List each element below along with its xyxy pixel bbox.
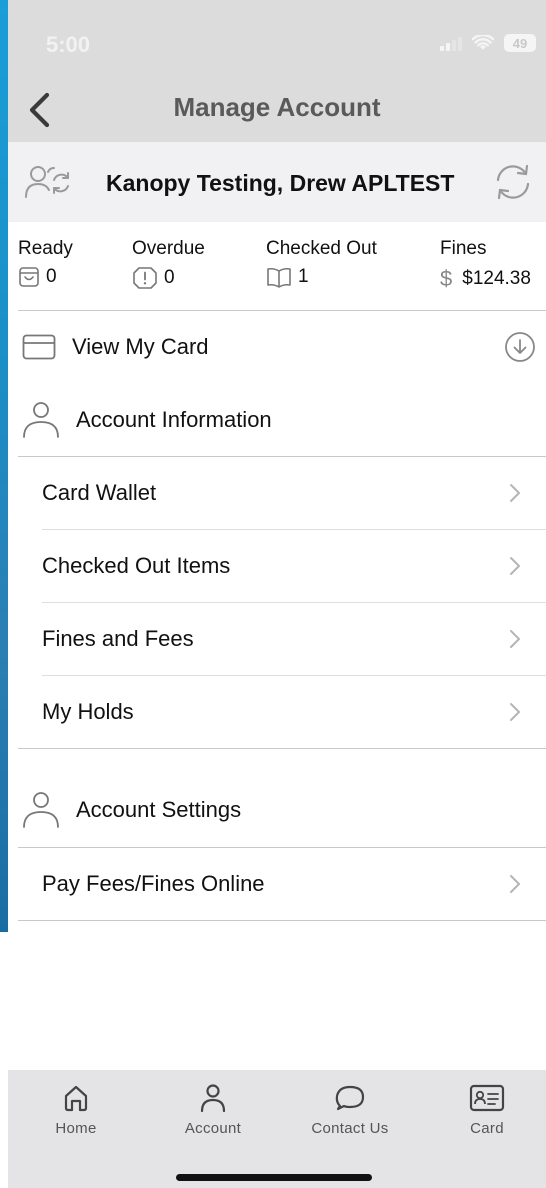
tab-label: Home xyxy=(55,1120,97,1137)
stat-fines[interactable]: Fines $ $124.38 xyxy=(440,238,531,292)
stat-label: Ready xyxy=(18,238,73,259)
stat-value: 0 xyxy=(164,267,175,288)
menu-item-card-wallet[interactable]: Card Wallet xyxy=(8,457,546,529)
credit-card-icon xyxy=(22,334,56,360)
account-summary: Ready 0 Overdue 0 Checked Out 1 Fines $ … xyxy=(8,222,546,310)
home-indicator xyxy=(176,1174,372,1181)
status-icons: 49 xyxy=(440,32,536,54)
download-circle-icon[interactable] xyxy=(504,331,536,363)
chat-bubble-icon xyxy=(335,1085,365,1111)
tab-contact-us[interactable]: Contact Us xyxy=(290,1084,410,1137)
menu-item-label: Fines and Fees xyxy=(42,626,194,651)
stat-value: $124.38 xyxy=(462,268,531,289)
account-settings-label: Account Settings xyxy=(76,797,242,822)
person-icon xyxy=(23,402,59,438)
wifi-icon xyxy=(472,35,494,50)
id-card-icon xyxy=(469,1084,505,1112)
patron-name: Kanopy Testing, Drew APLTEST xyxy=(106,170,455,196)
open-book-icon xyxy=(267,267,291,288)
tab-label: Account xyxy=(184,1120,242,1137)
shopping-bag-icon xyxy=(19,267,39,287)
status-time: 5:00 xyxy=(46,32,91,57)
page-title: Manage Account xyxy=(173,92,381,122)
tab-account[interactable]: Account xyxy=(153,1084,273,1137)
stat-value: 1 xyxy=(298,266,309,287)
stat-label: Fines xyxy=(440,238,487,259)
refresh-icon[interactable] xyxy=(492,162,534,202)
background-edge-lower xyxy=(0,932,8,1188)
chevron-right-icon xyxy=(510,557,520,575)
menu-item-label: My Holds xyxy=(42,699,134,724)
chevron-right-icon xyxy=(510,630,520,648)
tab-bar: Home Account Contact Us Card xyxy=(8,1070,546,1188)
account-information-header: Account Information xyxy=(8,384,546,456)
patron-bar: Kanopy Testing, Drew APLTEST xyxy=(8,142,546,222)
app-screen: 5:00 49 Manage Account Kanopy Testing, D… xyxy=(8,0,546,1188)
alert-octagon-icon xyxy=(133,267,157,289)
account-information-label: Account Information xyxy=(76,407,272,432)
chevron-right-icon xyxy=(510,703,520,721)
battery-icon: 49 xyxy=(504,34,536,52)
switch-users-icon[interactable] xyxy=(24,164,74,202)
account-settings-header: Account Settings xyxy=(8,774,546,846)
signal-icon xyxy=(440,35,462,51)
person-icon xyxy=(23,792,59,828)
stat-overdue[interactable]: Overdue 0 xyxy=(132,238,205,290)
stat-checked-out[interactable]: Checked Out 1 xyxy=(266,238,377,288)
view-my-card-row[interactable]: View My Card xyxy=(8,311,546,383)
stat-value: 0 xyxy=(46,266,57,287)
background-edge-strip xyxy=(0,0,8,932)
chevron-right-icon xyxy=(510,484,520,502)
home-icon xyxy=(64,1085,88,1112)
menu-item-label: Card Wallet xyxy=(42,480,157,505)
view-my-card-label: View My Card xyxy=(72,334,209,359)
menu-item-fines-and-fees[interactable]: Fines and Fees xyxy=(8,603,546,675)
tab-card[interactable]: Card xyxy=(427,1084,546,1137)
status-bar: 5:00 49 xyxy=(8,0,546,80)
tab-label: Contact Us xyxy=(311,1120,389,1137)
divider xyxy=(18,920,546,921)
account-icon xyxy=(200,1084,226,1112)
menu-item-label: Pay Fees/Fines Online xyxy=(42,871,265,896)
divider xyxy=(18,748,546,749)
chevron-right-icon xyxy=(510,875,520,893)
dollar-icon: $ xyxy=(440,266,453,291)
header: 5:00 49 Manage Account xyxy=(8,0,546,142)
menu-item-checked-out-items[interactable]: Checked Out Items xyxy=(8,530,546,602)
stat-label: Overdue xyxy=(132,238,205,259)
menu-item-label: Checked Out Items xyxy=(42,553,231,578)
tab-home[interactable]: Home xyxy=(16,1084,136,1137)
tab-label: Card xyxy=(470,1120,504,1137)
menu-item-pay-fees-fines-online[interactable]: Pay Fees/Fines Online xyxy=(8,848,546,920)
stat-label: Checked Out xyxy=(266,238,377,259)
stat-ready[interactable]: Ready 0 xyxy=(18,238,73,288)
menu-item-my-holds[interactable]: My Holds xyxy=(8,676,546,748)
